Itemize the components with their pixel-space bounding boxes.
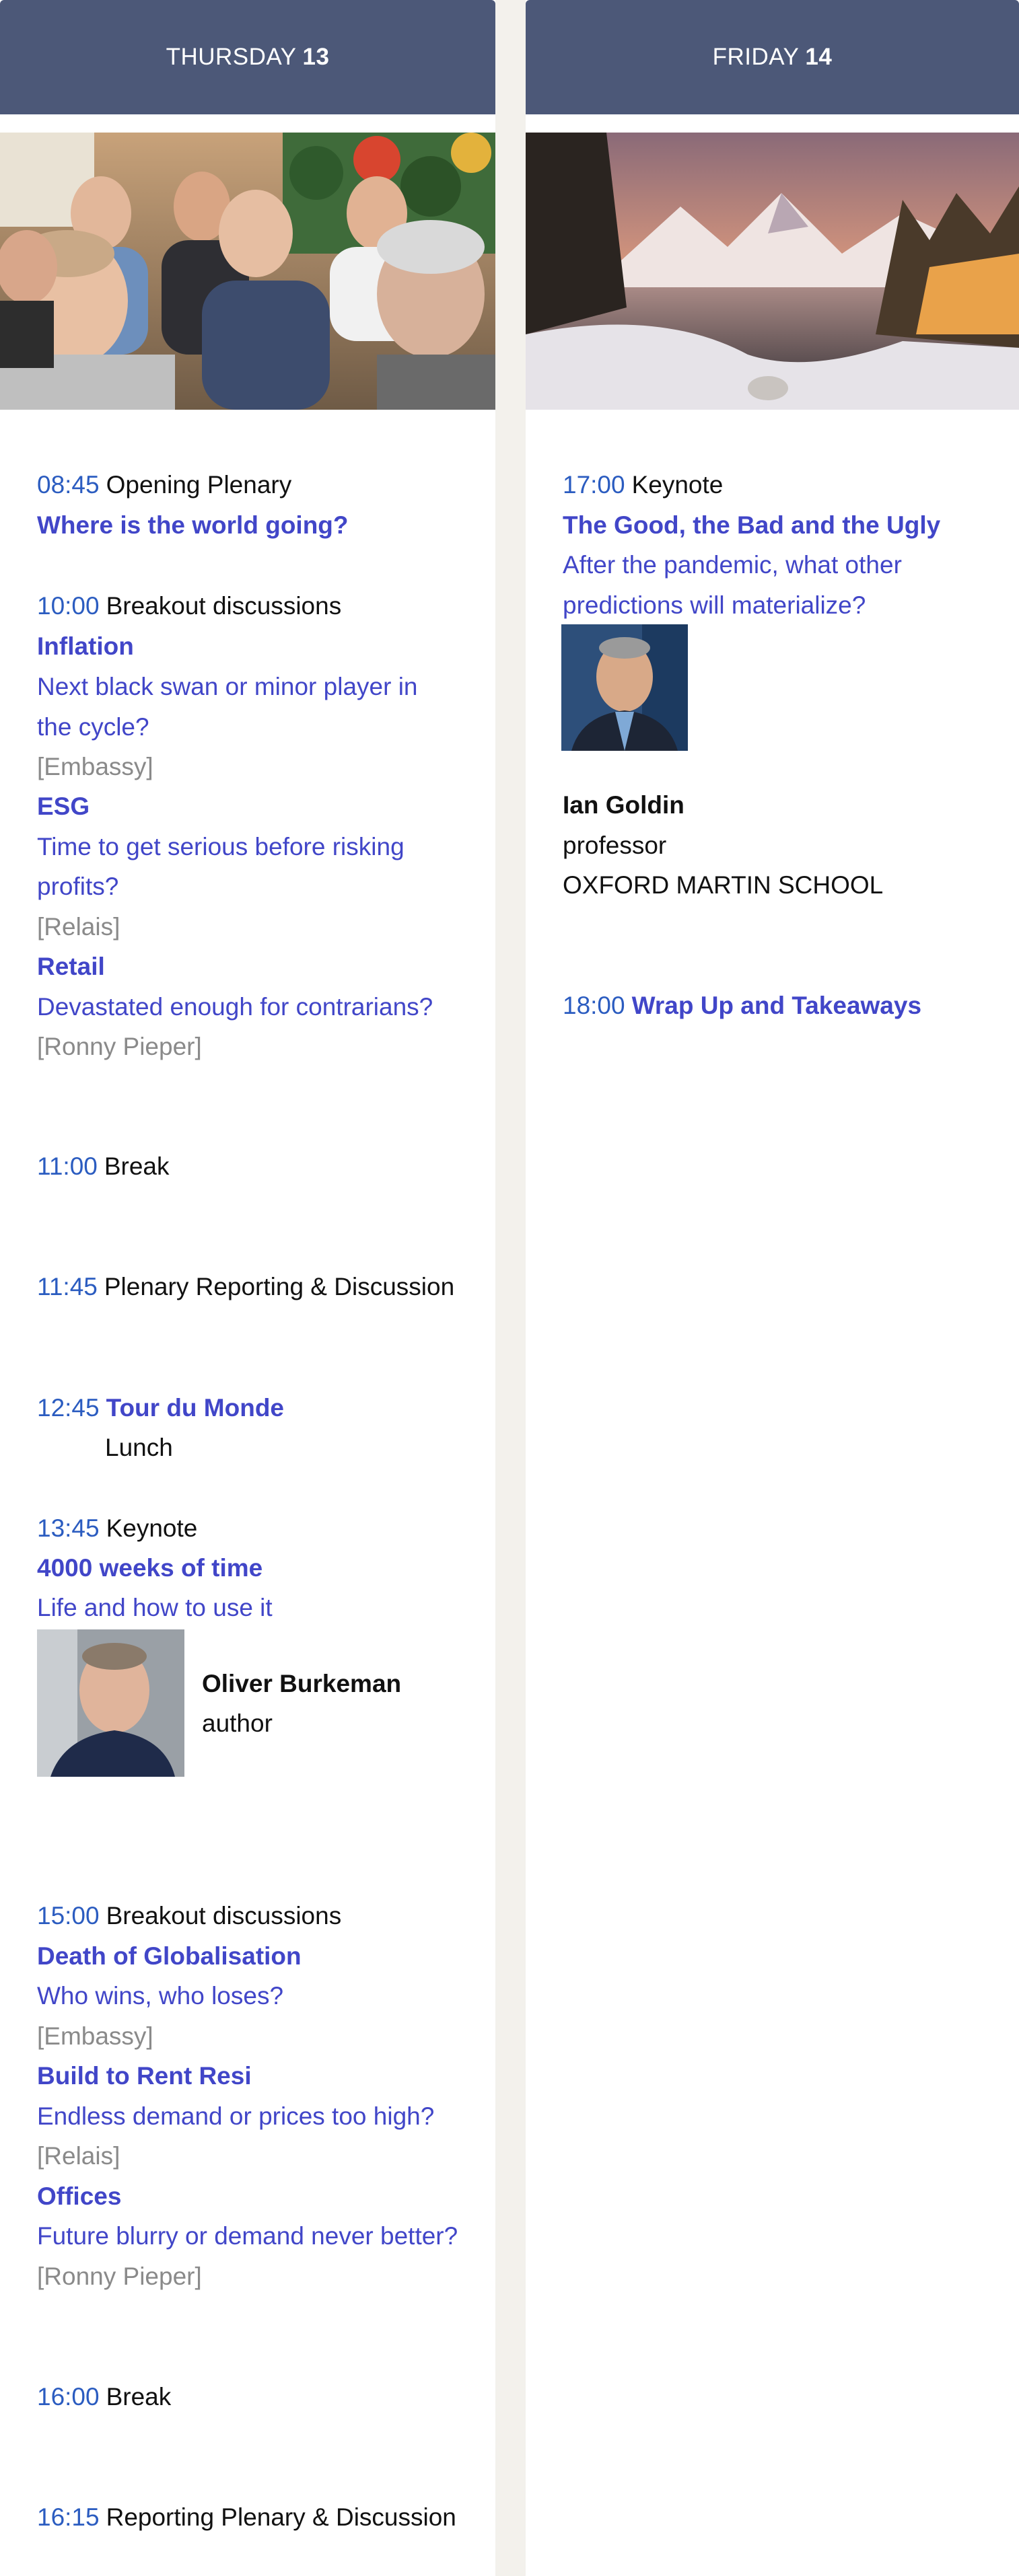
session-title-link[interactable]: Tour du Monde	[106, 1394, 284, 1422]
speaker-photo	[37, 1629, 184, 1777]
session-time: 13:45	[37, 1514, 100, 1542]
agenda-item-plenary: 11:45 Plenary Reporting & Discussion	[37, 1267, 454, 1307]
session-title-link[interactable]: The Good, the Bad and the Ugly	[563, 505, 940, 546]
day-column-thursday: THURSDAY 13 08:45 Opening Plenary Where …	[0, 0, 495, 2576]
speaker-name: Oliver Burkeman	[202, 1670, 402, 1697]
session-type: Plenary Reporting & Discussion	[104, 1273, 455, 1300]
day-header-friday: FRIDAY 14	[526, 0, 1019, 114]
session-subtitle-link[interactable]: Future blurry or demand never better?	[37, 2216, 458, 2256]
session-time: 10:00	[37, 592, 100, 620]
session-title-link[interactable]: Offices	[37, 2176, 121, 2217]
session-time: 08:45	[37, 471, 100, 499]
agenda-item-break: 16:00 Break	[37, 2377, 171, 2417]
session-type: Break	[104, 1152, 170, 1180]
session-time: 18:00	[563, 992, 625, 1019]
session-subtitle-link[interactable]: Who wins, who loses?	[37, 1976, 283, 2016]
session-time: 15:00	[37, 1902, 100, 1929]
session-time: 16:15	[37, 2503, 100, 2531]
session-room: [Relais]	[37, 2142, 120, 2170]
session-title-link[interactable]: Death of Globalisation	[37, 1936, 302, 1977]
session-time: 12:45	[37, 1394, 100, 1422]
agenda-item-break: 11:00 Break	[37, 1146, 170, 1187]
speaker-role: professor	[563, 832, 667, 859]
mountain-lake-photo	[526, 133, 1019, 410]
session-time: 11:00	[37, 1152, 98, 1180]
session-room: [Relais]	[37, 913, 120, 941]
session-subtitle-link[interactable]: Endless demand or prices too high?	[37, 2096, 434, 2137]
session-type: Reporting Plenary & Discussion	[106, 2503, 456, 2531]
session-title-link[interactable]: Where is the world going?	[37, 505, 349, 546]
session-type: Lunch	[105, 1434, 173, 1461]
agenda-item-reporting: 16:15 Reporting Plenary & Discussion	[37, 2497, 456, 2538]
day-name: THURSDAY	[166, 44, 297, 70]
agenda-item-breakout: 15:00 Breakout discussions	[37, 1896, 341, 1936]
participants-photo	[0, 133, 495, 410]
speaker-organization: OXFORD MARTIN SCHOOL	[563, 871, 884, 899]
session-subtitle-link[interactable]: profits?	[37, 867, 118, 907]
speaker-photo	[561, 624, 688, 751]
session-type: Keynote	[106, 1514, 198, 1542]
session-subtitle-link[interactable]: the cycle?	[37, 707, 149, 747]
day-number: 14	[805, 44, 833, 70]
session-subtitle-link[interactable]: Devastated enough for contrarians?	[37, 987, 433, 1027]
session-room: [Ronny Pieper]	[37, 2262, 202, 2290]
session-type: Break	[106, 2383, 172, 2411]
session-type: Opening Plenary	[106, 471, 292, 499]
session-subtitle-link[interactable]: Next black swan or minor player in	[37, 667, 418, 707]
session-subtitle-link[interactable]: Time to get serious before risking	[37, 827, 405, 867]
agenda-item-keynote: 17:00 Keynote	[563, 465, 723, 505]
day-column-friday: FRIDAY 14 17:00 Keynote The Good, the Ba…	[526, 0, 1019, 2576]
session-type: Breakout discussions	[106, 1902, 342, 1929]
session-title-link[interactable]: Wrap Up and Takeaways	[632, 992, 921, 1019]
session-type: Breakout discussions	[106, 592, 342, 620]
session-time: 11:45	[37, 1273, 98, 1300]
day-name: FRIDAY	[712, 44, 800, 70]
session-time: 16:00	[37, 2383, 100, 2411]
session-room: [Ronny Pieper]	[37, 1033, 202, 1060]
agenda-item-keynote: 13:45 Keynote	[37, 1508, 197, 1549]
agenda-item-wrapup: 18:00 Wrap Up and Takeaways	[563, 986, 921, 1026]
session-title-link[interactable]: Build to Rent Resi	[37, 2056, 252, 2096]
session-title-link[interactable]: Retail	[37, 947, 105, 987]
session-subtitle-link[interactable]: After the pandemic, what other	[563, 545, 902, 585]
session-subtitle-link[interactable]: Life and how to use it	[37, 1588, 273, 1628]
session-room: [Embassy]	[37, 753, 153, 780]
session-title-link[interactable]: ESG	[37, 786, 90, 827]
agenda-item-lunch: 12:45 Tour du Monde	[37, 1388, 284, 1428]
agenda-item-opening: 08:45 Opening Plenary	[37, 465, 291, 505]
speaker-role: author	[202, 1709, 273, 1737]
session-time: 17:00	[563, 471, 625, 499]
agenda-item-breakout: 10:00 Breakout discussions	[37, 586, 341, 626]
session-room: [Embassy]	[37, 2022, 153, 2050]
session-title-link[interactable]: 4000 weeks of time	[37, 1548, 262, 1588]
day-number: 13	[302, 44, 330, 70]
speaker-name: Ian Goldin	[563, 791, 684, 819]
session-title-link[interactable]: Inflation	[37, 626, 134, 667]
session-type: Keynote	[631, 471, 724, 499]
session-subtitle-link[interactable]: predictions will materialize?	[563, 585, 866, 626]
day-header-thursday: THURSDAY 13	[0, 0, 495, 114]
